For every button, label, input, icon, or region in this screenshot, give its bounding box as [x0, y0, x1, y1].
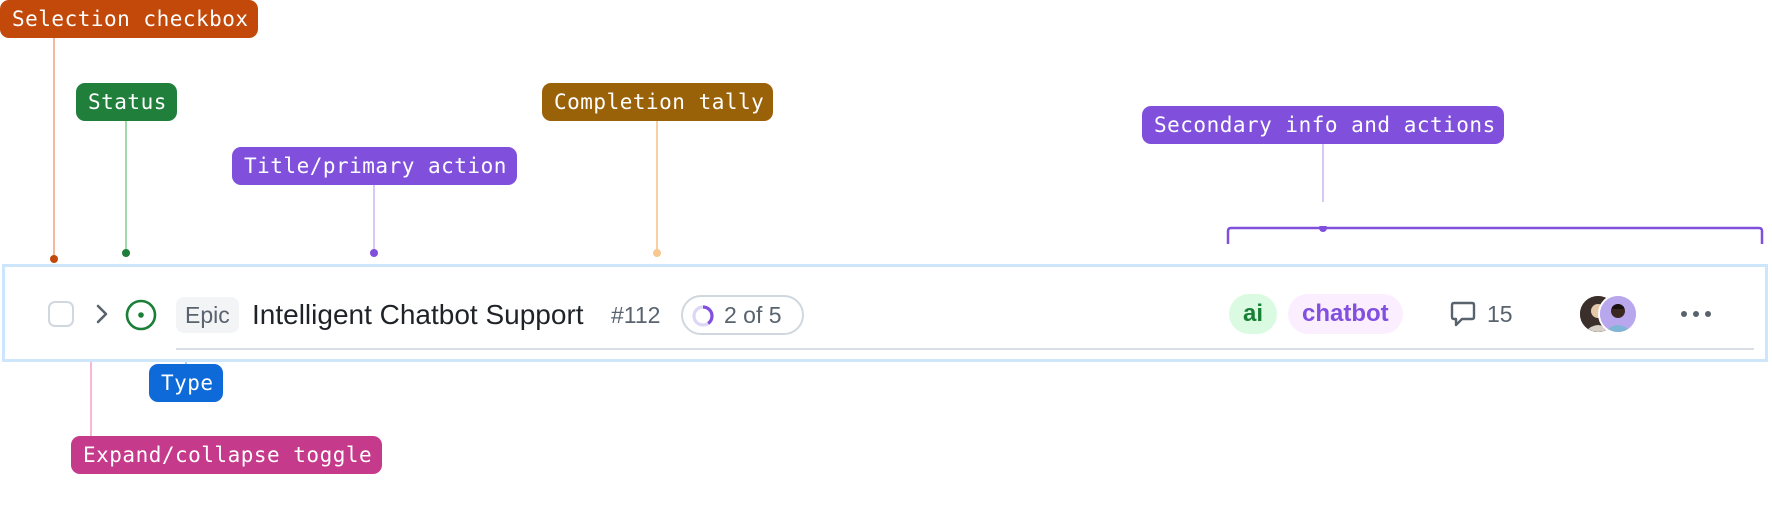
issue-title-link[interactable]: Intelligent Chatbot Support: [252, 296, 584, 334]
issue-number: #112: [611, 302, 661, 328]
anchor-dot-completion-tally: [653, 249, 661, 257]
open-circle-icon: [125, 299, 157, 331]
callout-completion-tally: Completion tally: [542, 83, 773, 121]
leader-title-primary-action: [373, 185, 375, 253]
comment-icon[interactable]: [1448, 299, 1478, 329]
callout-status: Status: [76, 83, 177, 121]
label-ai[interactable]: ai: [1229, 294, 1278, 334]
leader-status: [125, 121, 127, 253]
kebab-horizontal-icon[interactable]: [1676, 299, 1716, 329]
callout-type: Type: [149, 364, 223, 402]
callout-selection-checkbox: Selection checkbox: [0, 0, 258, 38]
leader-selection-checkbox: [53, 38, 55, 258]
row-divider: [176, 348, 1754, 350]
anchor-dot-status: [122, 249, 130, 257]
bracket-secondary-info: [1226, 226, 1764, 244]
callout-expand-toggle: Expand/collapse toggle: [71, 436, 382, 474]
chevron-right-icon[interactable]: [89, 301, 115, 327]
callout-title-primary-action: Title/primary action: [232, 147, 517, 185]
progress-ring-icon: [692, 305, 714, 327]
callout-secondary-info: Secondary info and actions: [1142, 106, 1504, 144]
completion-tally-text: 2 of 5: [724, 302, 782, 328]
comment-count: 15: [1487, 301, 1513, 327]
avatar[interactable]: [1598, 294, 1638, 334]
avatar-image: [1600, 296, 1636, 332]
anchor-dot-selection-checkbox: [50, 255, 58, 263]
label-chatbot[interactable]: chatbot: [1288, 294, 1403, 334]
leader-completion-tally: [656, 121, 658, 253]
anchor-dot-title: [370, 249, 378, 257]
leader-secondary-info: [1322, 144, 1324, 202]
selection-checkbox[interactable]: [48, 301, 74, 327]
type-chip: Epic: [176, 297, 239, 333]
completion-tally: 2 of 5: [681, 295, 804, 335]
